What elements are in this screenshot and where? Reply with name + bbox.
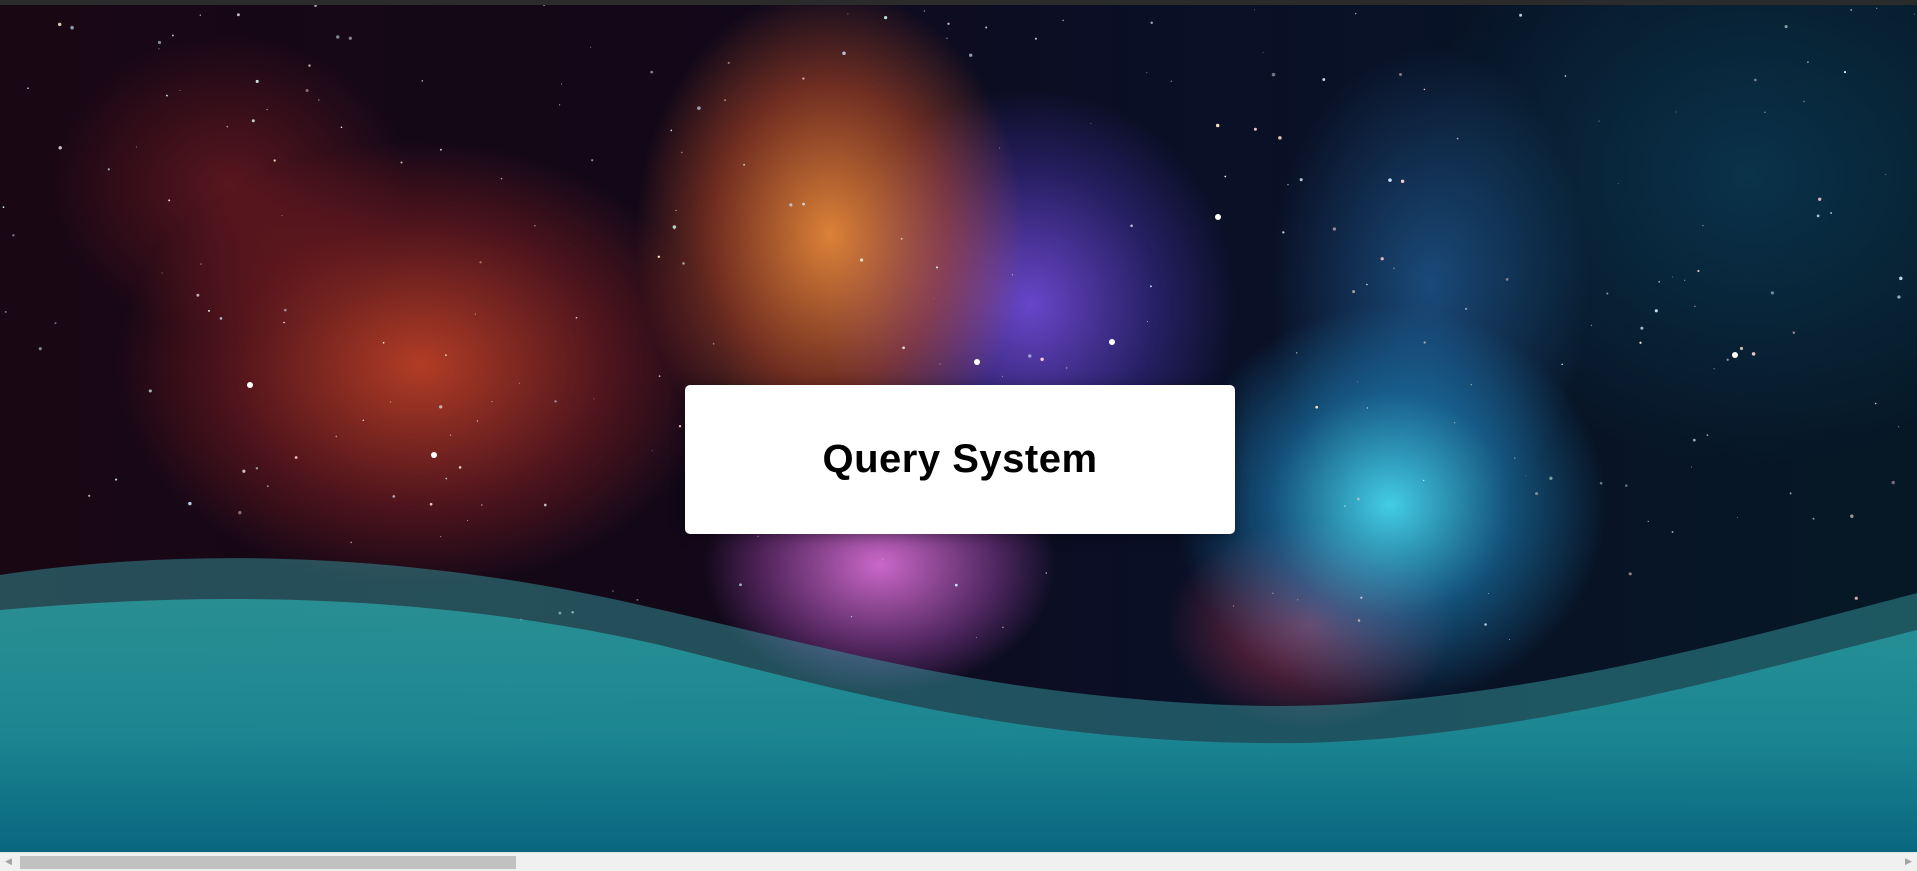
horizontal-scrollbar[interactable]: ◀ ▶: [0, 852, 1917, 871]
wave-front: [0, 599, 1917, 852]
chevron-left-icon[interactable]: ◀: [0, 853, 17, 871]
browser-top-edge: [0, 0, 1917, 5]
page: Query System ◀ ▶: [0, 0, 1917, 871]
scrollbar-thumb[interactable]: [20, 856, 516, 869]
chevron-right-icon[interactable]: ▶: [1900, 853, 1917, 871]
title-card: Query System: [685, 385, 1235, 534]
page-title: Query System: [822, 437, 1098, 481]
